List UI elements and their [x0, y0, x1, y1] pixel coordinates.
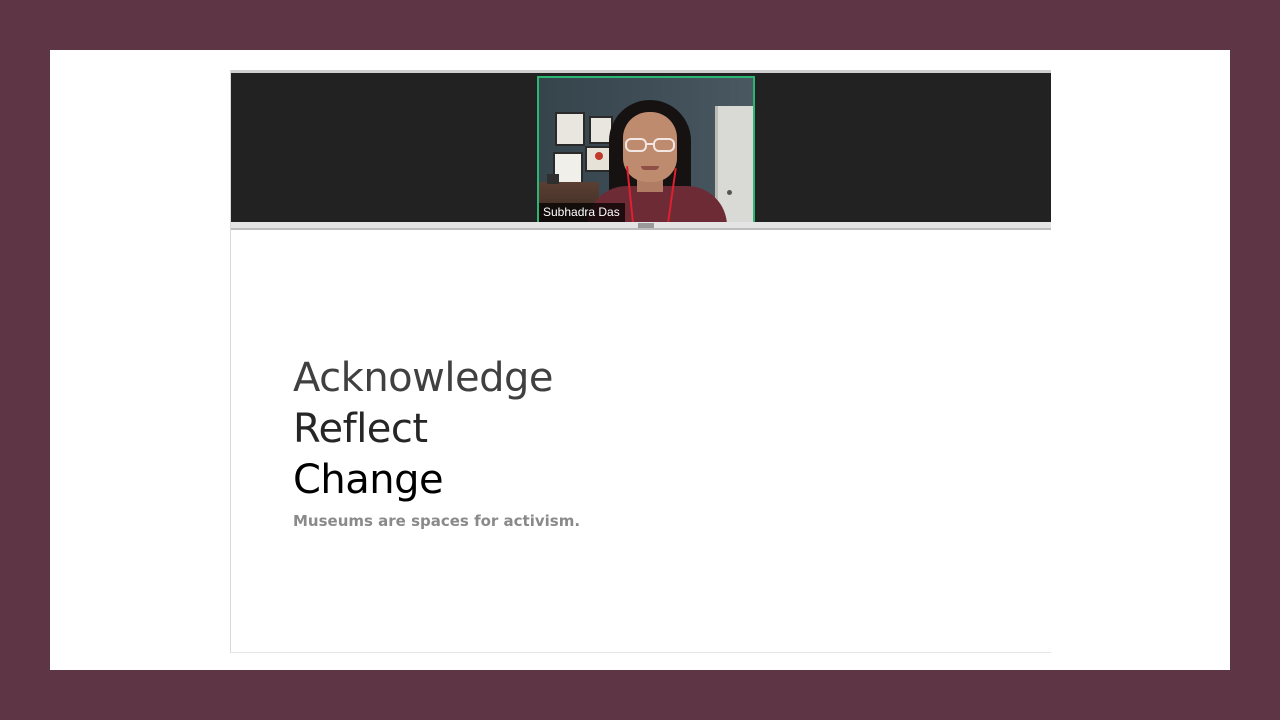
shared-slide: Acknowledge Reflect Change Museums are s…: [231, 230, 1051, 652]
glasses-lens-right: [653, 138, 675, 152]
shelf-object: [547, 174, 559, 184]
splitter-handle[interactable]: [638, 223, 654, 228]
slide-heading-line-1: Acknowledge: [293, 355, 553, 401]
slide-subtitle: Museums are spaces for activism.: [293, 512, 581, 530]
video-gallery-strip: Subhadra Das: [231, 73, 1051, 224]
glasses-icon: [623, 138, 677, 152]
meeting-window: Subhadra Das Acknowledge Reflect Change …: [230, 70, 1051, 653]
wall-picture: [555, 112, 585, 146]
slide-heading-line-3: Change: [293, 457, 444, 503]
participant-video-tile[interactable]: Subhadra Das: [537, 76, 755, 224]
door-knob: [727, 190, 732, 195]
slide-heading-line-2: Reflect: [293, 406, 428, 452]
participant-mouth: [641, 166, 659, 170]
glasses-lens-left: [625, 138, 647, 152]
wall-picture-detail: [595, 152, 603, 160]
slide-frame: Subhadra Das Acknowledge Reflect Change …: [50, 50, 1230, 670]
participant-name-label: Subhadra Das: [539, 203, 625, 222]
